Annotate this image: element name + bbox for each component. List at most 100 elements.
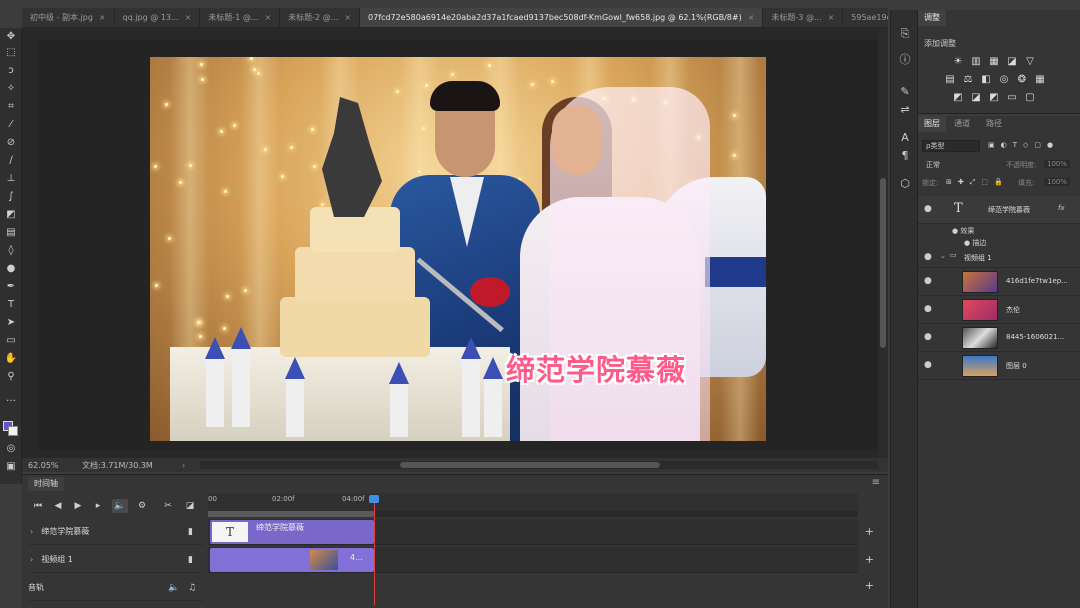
work-area-bar[interactable] xyxy=(208,511,858,517)
history-brush-tool-icon[interactable]: ∫ xyxy=(3,190,19,204)
magic-wand-tool-icon[interactable]: ✧ xyxy=(3,82,19,96)
tab-layers[interactable]: 图层 xyxy=(918,116,946,132)
eraser-tool-icon[interactable]: ◩ xyxy=(3,208,19,222)
gradient-map-icon[interactable]: ▭ xyxy=(1006,92,1018,104)
close-icon[interactable]: × xyxy=(748,13,755,22)
eyedropper-tool-icon[interactable]: ⁄ xyxy=(3,118,19,132)
timeline-ruler[interactable]: 00 02:00f 04:00f xyxy=(208,493,858,511)
marquee-tool-icon[interactable]: ⬚ xyxy=(3,46,19,60)
transition-icon[interactable]: ◪ xyxy=(182,499,198,513)
tab-0[interactable]: 初中级 - 副本.jpg × xyxy=(22,8,115,27)
visibility-eye-icon[interactable]: ● xyxy=(924,204,932,214)
fill-field[interactable]: 100% xyxy=(1044,178,1071,186)
tab-5[interactable]: 未标题-3 @... × xyxy=(763,8,844,27)
visibility-eye-icon[interactable]: ● xyxy=(924,304,932,314)
panel-menu-icon[interactable]: ≡ xyxy=(872,477,880,488)
effects-row[interactable]: ● 效果 xyxy=(952,226,974,236)
visibility-eye-icon[interactable]: ● xyxy=(924,276,932,286)
rectangle-tool-icon[interactable]: ▭ xyxy=(3,334,19,348)
crop-tool-icon[interactable]: ⌗ xyxy=(3,100,19,114)
vibrance-icon[interactable]: ▽ xyxy=(1024,56,1036,68)
add-audio-button[interactable]: + xyxy=(865,579,874,592)
add-media-button[interactable]: + xyxy=(865,525,874,538)
tab-2[interactable]: 未标题-1 @... × xyxy=(200,8,281,27)
opacity-field[interactable]: 100% xyxy=(1044,160,1071,168)
exposure-icon[interactable]: ◪ xyxy=(1006,56,1018,68)
properties-icon[interactable]: ⇌ xyxy=(897,102,913,118)
background-color-swatch[interactable] xyxy=(8,426,18,436)
blend-mode-select[interactable]: 正常 xyxy=(926,160,940,170)
vertical-scrollbar[interactable] xyxy=(878,28,888,458)
play-icon[interactable]: ▶ xyxy=(70,499,86,513)
hand-tool-icon[interactable]: ✋ xyxy=(3,352,19,366)
hue-saturation-icon[interactable]: ▤ xyxy=(944,74,956,86)
close-icon[interactable]: × xyxy=(828,13,835,22)
eye-icon[interactable]: ● xyxy=(952,227,958,235)
next-frame-icon[interactable]: ▸ xyxy=(90,499,106,513)
horizontal-scrollbar[interactable] xyxy=(200,461,878,469)
close-icon[interactable]: × xyxy=(344,13,351,22)
track-audio[interactable]: 音轨 🔈 ♫ xyxy=(28,575,204,601)
close-icon[interactable]: × xyxy=(264,13,271,22)
eye-icon[interactable]: ● xyxy=(964,239,970,247)
move-tool-icon[interactable]: ✥ xyxy=(3,30,19,44)
split-scissors-icon[interactable]: ✂ xyxy=(160,499,176,513)
quick-mask-icon[interactable]: ◎ xyxy=(3,442,19,456)
dodge-tool-icon[interactable]: ● xyxy=(3,262,19,276)
pen-tool-icon[interactable]: ✒ xyxy=(3,280,19,294)
chevron-down-icon[interactable]: ⌄ xyxy=(940,252,946,260)
clone-stamp-tool-icon[interactable]: ⊥ xyxy=(3,172,19,186)
path-selection-tool-icon[interactable]: ➤ xyxy=(3,316,19,330)
photo-filter-icon[interactable]: ◎ xyxy=(998,74,1010,86)
layer-row-image[interactable]: ● 416d1fe7tw1ep... xyxy=(918,268,1080,296)
audio-icon[interactable]: 🔈 xyxy=(112,499,128,513)
layer-row-group[interactable]: ● ⌄ ▭ 视频组 1 xyxy=(918,248,1080,268)
zoom-tool-icon[interactable]: ⚲ xyxy=(3,370,19,384)
first-frame-icon[interactable]: ⏮ xyxy=(30,499,46,513)
playhead-line[interactable] xyxy=(374,495,375,605)
more-tools-icon[interactable]: … xyxy=(3,392,19,406)
brightness-icon[interactable]: ☀ xyxy=(952,56,964,68)
timeline-title[interactable]: 时间轴 xyxy=(28,477,64,491)
healing-brush-tool-icon[interactable]: ⊘ xyxy=(3,136,19,150)
previous-frame-icon[interactable]: ◀ xyxy=(50,499,66,513)
music-note-icon[interactable]: ♫ xyxy=(188,575,196,601)
color-lookup-icon[interactable]: ▦ xyxy=(1034,74,1046,86)
channel-mixer-icon[interactable]: ❂ xyxy=(1016,74,1028,86)
film-icon[interactable]: ▮ xyxy=(188,519,193,545)
layer-row-image[interactable]: ● 杰伦 xyxy=(918,296,1080,324)
tab-active-document[interactable]: 07fcd72e580a6914e20aba2d37a1fcaed9137bec… xyxy=(360,8,764,27)
info-icon[interactable]: ⓘ xyxy=(897,52,913,68)
brush-tool-icon[interactable]: ∕ xyxy=(3,154,19,168)
selective-color-icon[interactable]: ▢ xyxy=(1024,92,1036,104)
filter-icons[interactable]: ▣◐T◇▢● xyxy=(988,141,1059,149)
video-group-clip[interactable]: 4... xyxy=(210,548,374,572)
speaker-icon[interactable]: 🔈 xyxy=(168,575,179,601)
zoom-level[interactable]: 62.05% xyxy=(22,461,62,470)
tab-channels[interactable]: 通道 xyxy=(948,116,976,132)
lasso-tool-icon[interactable]: ↄ xyxy=(3,64,19,78)
invert-icon[interactable]: ◩ xyxy=(952,92,964,104)
tab-adjustments[interactable]: 调整 xyxy=(918,10,946,26)
gradient-tool-icon[interactable]: ▤ xyxy=(3,226,19,240)
text-clip[interactable]: T 缔范学院慕薇 xyxy=(210,520,374,544)
layer-row-image[interactable]: ● 图层 0 xyxy=(918,352,1080,380)
history-icon[interactable]: ⎘ xyxy=(897,26,913,42)
chevron-right-icon[interactable]: › xyxy=(182,461,185,470)
close-icon[interactable]: × xyxy=(99,13,106,22)
playhead-handle[interactable] xyxy=(369,495,379,503)
visibility-eye-icon[interactable]: ● xyxy=(924,360,932,370)
fx-icon[interactable]: fx xyxy=(1058,204,1065,212)
add-media-button[interactable]: + xyxy=(865,553,874,566)
black-white-icon[interactable]: ◧ xyxy=(980,74,992,86)
character-icon[interactable]: A xyxy=(897,130,913,146)
document-canvas-photo[interactable]: 缔范学院慕薇 xyxy=(150,57,766,441)
film-icon[interactable]: ▮ xyxy=(188,547,193,573)
visibility-eye-icon[interactable]: ● xyxy=(924,252,932,262)
type-tool-icon[interactable]: T xyxy=(3,298,19,312)
blur-tool-icon[interactable]: ◊ xyxy=(3,244,19,258)
tab-6[interactable]: 595ae19ce74 xyxy=(843,8,888,27)
chevron-right-icon[interactable]: › xyxy=(30,527,33,536)
color-balance-icon[interactable]: ⚖ xyxy=(962,74,974,86)
settings-gear-icon[interactable]: ⚙ xyxy=(134,499,150,513)
